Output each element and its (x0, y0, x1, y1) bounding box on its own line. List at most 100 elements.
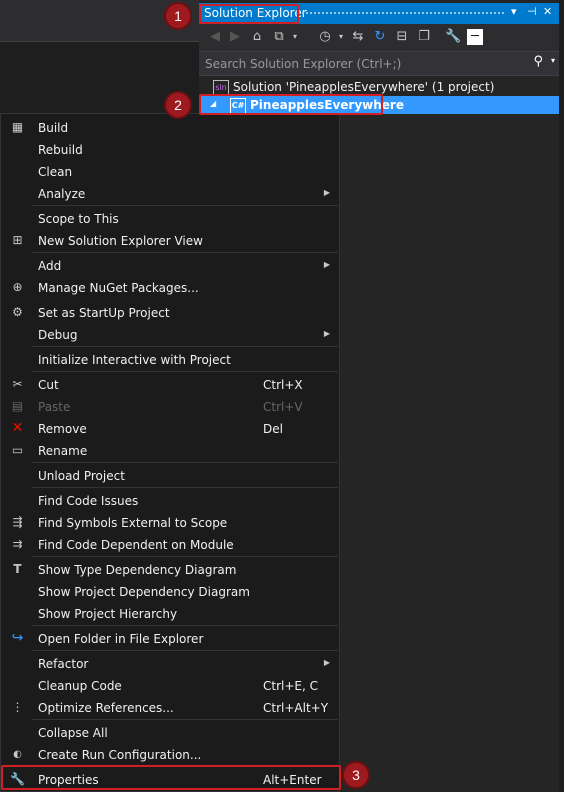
menu-item-create-run-configuration[interactable]: ◐ Create Run Configuration... (2, 743, 338, 765)
menu-item-shortcut: Ctrl+E, C (263, 679, 318, 693)
menu-item-label: Add (38, 259, 62, 273)
tree-item-label: Solution 'PineapplesEverywhere' (1 proje… (233, 80, 495, 94)
refresh-icon[interactable]: ↻ (372, 29, 388, 45)
menu-item-scope-to-this[interactable]: Scope to This (2, 207, 338, 229)
type-diagram-icon: T (13, 562, 22, 576)
callout-box-properties (1, 765, 341, 790)
menu-item-label: Set as StartUp Project (38, 306, 170, 320)
menu-separator (32, 205, 338, 206)
chevron-down-icon[interactable]: ▾ (287, 29, 303, 45)
menu-item-find-code-issues[interactable]: Find Code Issues (2, 489, 338, 511)
menu-separator (32, 719, 338, 720)
callout-badge-3: 3 (342, 761, 370, 789)
menu-item-paste[interactable]: ▤ Paste Ctrl+V (2, 395, 338, 417)
callout-badge-1: 1 (164, 2, 192, 30)
menu-separator (32, 371, 338, 372)
menu-item-label: Find Code Dependent on Module (38, 538, 234, 552)
properties-wrench-icon[interactable]: 🔧 (445, 29, 461, 45)
menu-item-label: Show Project Hierarchy (38, 607, 178, 621)
menu-item-clean[interactable]: Clean (2, 160, 338, 182)
menu-separator (32, 346, 338, 347)
menu-item-label: New Solution Explorer View (38, 234, 203, 248)
menu-item-label: Debug (38, 328, 78, 342)
menu-item-label: Build (38, 121, 69, 135)
menu-item-new-solution-explorer-view[interactable]: ⊞ New Solution Explorer View (2, 229, 338, 251)
submenu-arrow-icon: ▶ (323, 658, 330, 667)
back-icon[interactable]: ◀ (207, 29, 223, 45)
callout-box-solution-explorer (199, 4, 299, 24)
find-dependent-icon: ⇉ (12, 537, 23, 551)
menu-item-label: Cleanup Code (38, 679, 122, 693)
menu-item-manage-nuget[interactable]: ⊕ Manage NuGet Packages... (2, 276, 338, 298)
pending-changes-filter-icon[interactable]: ◷ (317, 29, 333, 45)
menu-item-label: Show Project Dependency Diagram (38, 585, 250, 599)
menu-item-show-project-hierarchy[interactable]: Show Project Hierarchy (2, 602, 338, 624)
menu-item-label: Show Type Dependency Diagram (38, 563, 237, 577)
menu-item-label: Collapse All (38, 726, 108, 740)
sync-icon[interactable]: ⇆ (350, 29, 366, 45)
menu-item-shortcut: Del (263, 422, 283, 436)
menu-item-cut[interactable]: ✂ Cut Ctrl+X (2, 373, 338, 395)
menu-item-label: Scope to This (38, 212, 119, 226)
menu-item-show-type-dependency[interactable]: T Show Type Dependency Diagram (2, 558, 338, 580)
menu-item-show-project-dependency[interactable]: Show Project Dependency Diagram (2, 580, 338, 602)
home-icon[interactable]: ⌂ (249, 29, 265, 45)
menu-item-build[interactable]: ▦ Build (2, 116, 338, 138)
optimize-references-icon: ⋮ (11, 700, 24, 714)
callout-box-project (199, 94, 383, 115)
collapse-all-icon[interactable]: ⊟ (394, 29, 410, 45)
menu-item-label: Find Code Issues (38, 494, 139, 508)
remove-x-icon: ✕ (11, 420, 24, 436)
run-config-icon: ◐ (13, 749, 22, 760)
menu-item-label: Initialize Interactive with Project (38, 353, 231, 367)
close-icon[interactable]: ✕ (543, 5, 552, 18)
menu-item-rebuild[interactable]: Rebuild (2, 138, 338, 160)
menu-separator (32, 462, 338, 463)
menu-item-optimize-references[interactable]: ⋮ Optimize References... Ctrl+Alt+Y (2, 696, 338, 718)
build-icon: ▦ (11, 120, 24, 134)
menu-item-remove[interactable]: ✕ Remove Del (2, 417, 338, 439)
paste-icon: ▤ (11, 399, 24, 413)
solution-explorer-toolbar: ◀ ▶ ⌂ ⧉ ▾ ◷ ▾ ⇆ ↻ ⊟ ❐ 🔧 ─ (199, 24, 561, 51)
menu-item-set-startup[interactable]: ⚙ Set as StartUp Project (2, 301, 338, 323)
switch-views-icon[interactable]: ⧉ (271, 29, 287, 45)
menu-item-debug[interactable]: Debug ▶ (2, 323, 338, 345)
search-icon[interactable]: ⚲ (533, 54, 543, 69)
menu-separator (32, 625, 338, 626)
menu-item-open-folder[interactable]: ↪ Open Folder in File Explorer (2, 627, 338, 649)
menu-item-shortcut: Ctrl+Alt+Y (263, 701, 329, 715)
menu-item-label: Manage NuGet Packages... (38, 281, 199, 295)
preview-selected-icon[interactable]: ─ (467, 29, 483, 45)
chevron-down-icon[interactable]: ▾ (551, 56, 555, 65)
find-symbols-icon: ⇶ (12, 515, 23, 529)
menu-item-find-code-dependent[interactable]: ⇉ Find Code Dependent on Module (2, 533, 338, 555)
open-folder-icon: ↪ (11, 630, 24, 646)
menu-item-refactor[interactable]: Refactor ▶ (2, 652, 338, 674)
window-right-edge (559, 0, 564, 792)
menu-item-shortcut: Ctrl+X (263, 378, 303, 392)
menu-item-add[interactable]: Add ▶ (2, 254, 338, 276)
menu-item-initialize-interactive[interactable]: Initialize Interactive with Project (2, 348, 338, 370)
title-grip[interactable] (301, 11, 505, 16)
menu-item-label: Rebuild (38, 143, 83, 157)
pin-icon[interactable]: ⊣ (527, 5, 537, 18)
menu-item-rename[interactable]: ▭ Rename (2, 439, 338, 461)
show-all-files-icon[interactable]: ❐ (416, 29, 432, 45)
menu-item-collapse-all[interactable]: Collapse All (2, 721, 338, 743)
forward-icon[interactable]: ▶ (227, 29, 243, 45)
search-input[interactable] (199, 52, 527, 75)
menu-item-find-symbols-external[interactable]: ⇶ Find Symbols External to Scope (2, 511, 338, 533)
submenu-arrow-icon: ▶ (323, 329, 330, 338)
menu-item-shortcut: Ctrl+V (263, 400, 303, 414)
menu-item-analyze[interactable]: Analyze ▶ (2, 182, 338, 204)
menu-separator (32, 252, 338, 253)
new-view-icon: ⊞ (12, 233, 23, 247)
chevron-down-icon[interactable]: ▾ (333, 29, 349, 45)
menu-item-label: Analyze (38, 187, 86, 201)
menu-separator (32, 650, 338, 651)
menu-item-cleanup-code[interactable]: Cleanup Code Ctrl+E, C (2, 674, 338, 696)
nuget-icon: ⊕ (12, 280, 23, 294)
menu-item-unload-project[interactable]: Unload Project (2, 464, 338, 486)
window-dropdown-icon[interactable]: ▾ (511, 5, 517, 18)
menu-item-label: Remove (38, 422, 87, 436)
